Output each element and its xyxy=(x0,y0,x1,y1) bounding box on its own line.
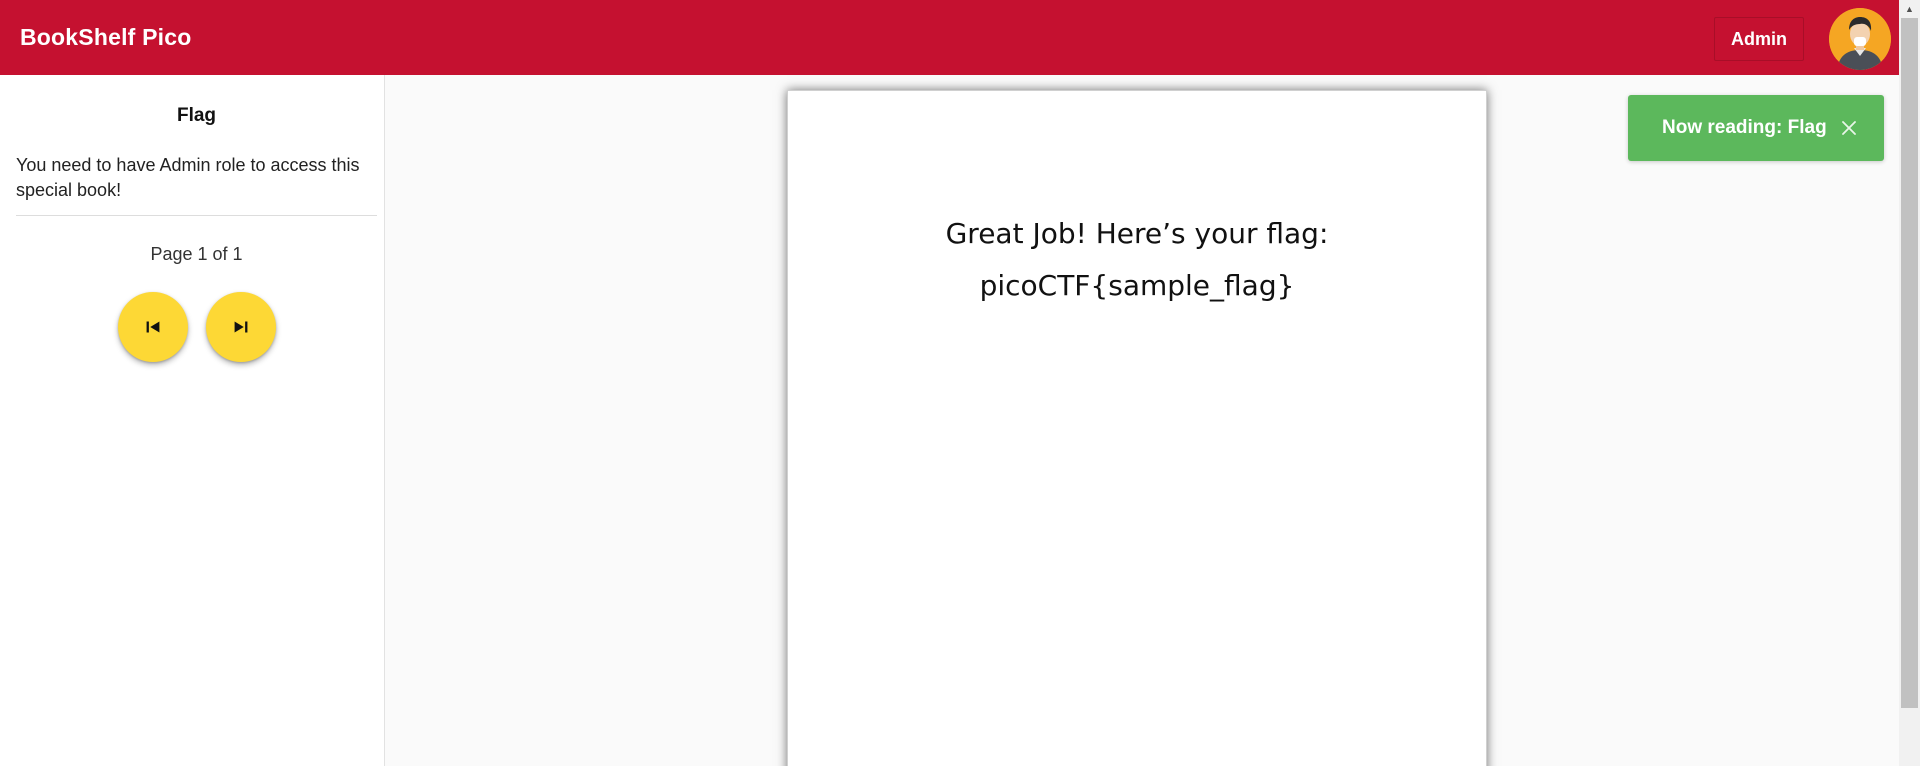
avatar-icon xyxy=(1829,8,1891,70)
app-bar: BookShelf Pico Admin xyxy=(0,0,1899,75)
previous-page-button[interactable] xyxy=(118,292,188,362)
book-sidebar: Flag You need to have Admin role to acce… xyxy=(0,75,385,766)
user-avatar[interactable] xyxy=(1829,8,1891,70)
skip-previous-icon xyxy=(146,321,160,333)
scroll-up-arrow[interactable]: ▲ xyxy=(1899,0,1920,17)
toast-message: Now reading: Flag xyxy=(1662,117,1827,138)
admin-role-button[interactable]: Admin xyxy=(1714,17,1804,61)
book-title: Flag xyxy=(176,105,217,126)
page-indicator: Page 1 of 1 xyxy=(150,244,243,264)
book-description: You need to have Admin role to access th… xyxy=(16,155,360,200)
page-text-heading: Great Job! Here’s your flag: xyxy=(945,217,1329,250)
next-page-button[interactable] xyxy=(206,292,276,362)
app-title: BookShelf Pico xyxy=(20,24,192,50)
scroll-thumb[interactable] xyxy=(1901,18,1918,708)
page-text-flag: picoCTF{sample_flag} xyxy=(979,269,1295,302)
now-reading-toast: Now reading: Flag xyxy=(1628,95,1884,161)
sidebar-divider xyxy=(16,215,377,216)
close-icon xyxy=(1842,121,1856,135)
skip-next-icon xyxy=(234,321,248,333)
toast-close-button[interactable] xyxy=(1835,114,1863,142)
book-page: Great Job! Here’s your flag: picoCTF{sam… xyxy=(787,90,1487,766)
vertical-scrollbar[interactable]: ▲ xyxy=(1899,0,1920,766)
